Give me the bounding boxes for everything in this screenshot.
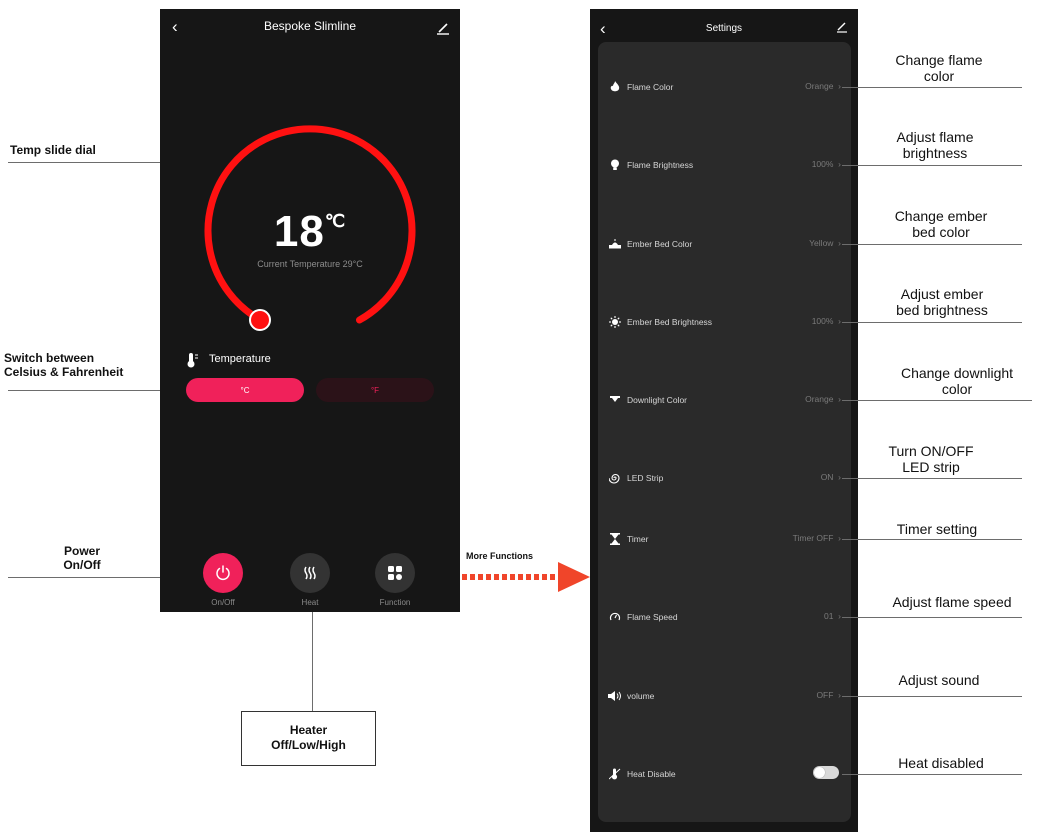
setting-row-led-strip[interactable]: LED Strip ON › <box>598 469 851 489</box>
setting-label: volume <box>627 691 655 701</box>
power-label: On/Off <box>211 598 235 607</box>
speed-gauge-icon <box>608 610 622 624</box>
heat-label: Heat <box>301 598 319 607</box>
setting-row-volume[interactable]: volume OFF › <box>598 687 851 707</box>
setting-label: Flame Color <box>627 82 674 92</box>
settings-title: Settings <box>705 23 743 34</box>
spiral-icon <box>608 471 622 485</box>
setting-label: Flame Speed <box>627 612 678 622</box>
annotation-timer: Timer setting <box>896 521 978 537</box>
downlight-icon <box>608 393 622 407</box>
annotation-line <box>842 165 1022 166</box>
setting-row-heat-disable[interactable]: Heat Disable <box>598 765 851 785</box>
annotation-downlight-color: Change downlight color <box>900 365 1014 397</box>
thermometer-icon <box>187 353 198 368</box>
heat-disable-toggle[interactable] <box>813 766 839 779</box>
annotation-line <box>842 87 1022 88</box>
setting-value: Orange › <box>805 394 841 404</box>
set-temperature: 18℃ <box>273 207 347 256</box>
fahrenheit-button[interactable]: °F <box>316 378 434 402</box>
annotation-line <box>842 400 1032 401</box>
setting-row-ember-bed-color[interactable]: Ember Bed Color Yellow › <box>598 235 851 255</box>
setting-row-flame-brightness[interactable]: Flame Brightness 100% › <box>598 156 851 176</box>
power-button[interactable] <box>203 553 243 593</box>
ember-bed-icon <box>608 237 622 251</box>
annotation-line <box>842 322 1022 323</box>
function-button[interactable] <box>375 553 415 593</box>
annotation-line <box>842 617 1022 618</box>
dial-handle <box>249 309 271 331</box>
setting-value: 100% › <box>811 159 841 169</box>
annotation-line <box>842 696 1022 697</box>
setting-label: LED Strip <box>627 473 664 483</box>
temperature-unit: ℃ <box>324 211 347 231</box>
annotation-flame-brightness: Adjust flame brightness <box>896 129 974 161</box>
setting-row-timer[interactable]: Timer Timer OFF › <box>598 530 851 550</box>
speaker-icon <box>608 689 622 703</box>
setting-value: Orange › <box>805 81 841 91</box>
setting-value: ON › <box>820 472 841 482</box>
setting-row-ember-bed-brightness[interactable]: Ember Bed Brightness 100% › <box>598 313 851 333</box>
setting-value: 01 › <box>823 611 841 621</box>
settings-card: Flame Color Orange › Flame Brightness 10… <box>598 42 851 822</box>
setting-label: Ember Bed Brightness <box>627 317 713 327</box>
celsius-button[interactable]: °C <box>186 378 304 402</box>
setting-row-downlight-color[interactable]: Downlight Color Orange › <box>598 391 851 411</box>
annotation-line <box>842 244 1022 245</box>
setting-value: Yellow › <box>809 238 841 248</box>
annotation-sound: Adjust sound <box>898 672 980 688</box>
flame-icon <box>608 80 622 94</box>
power-icon <box>216 565 230 581</box>
setting-label: Timer <box>627 534 649 544</box>
setting-value: 100% › <box>811 316 841 326</box>
setting-value: OFF › <box>816 690 841 700</box>
hourglass-icon <box>608 532 622 546</box>
setting-value: Timer OFF › <box>792 533 841 543</box>
setting-label: Flame Brightness <box>627 160 694 170</box>
main-screen: ‹ Bespoke Slimline 18℃ Current Temperatu… <box>160 9 460 612</box>
settings-screen: ‹ Settings Flame Color Orange › Flame Br… <box>590 9 858 832</box>
setting-label: Downlight Color <box>627 395 687 405</box>
annotation-ember-bed-brightness: Adjust ember bed brightness <box>896 286 988 318</box>
annotation-flame-color: Change flame color <box>895 52 983 84</box>
annotation-unit-switch: Switch between Celsius & Fahrenheit <box>4 351 124 379</box>
grid-icon <box>388 566 402 580</box>
annotation-line <box>842 539 1022 540</box>
heat-button[interactable] <box>290 553 330 593</box>
annotation-line <box>842 478 1022 479</box>
setting-row-flame-color[interactable]: Flame Color Orange › <box>598 78 851 98</box>
temperature-section-label: Temperature <box>209 353 271 365</box>
current-temperature: Current Temperature 29°C <box>257 259 363 269</box>
annotation-temp-dial: Temp slide dial <box>10 143 96 157</box>
annotation-heat-disabled: Heat disabled <box>898 755 984 771</box>
temperature-dial[interactable] <box>160 9 460 349</box>
sun-icon <box>608 315 622 329</box>
setting-row-flame-speed[interactable]: Flame Speed 01 › <box>598 608 851 628</box>
heat-waves-icon <box>304 566 316 580</box>
annotation-line <box>312 612 313 711</box>
annotation-power: Power On/Off <box>63 544 101 572</box>
bulb-icon <box>608 158 622 172</box>
annotation-line <box>842 774 1022 775</box>
annotation-led-strip: Turn ON/OFF LED strip <box>888 443 974 475</box>
annotation-ember-bed-color: Change ember bed color <box>894 208 988 240</box>
heat-disable-icon <box>608 767 622 781</box>
edit-icon[interactable] <box>836 21 848 33</box>
annotation-heater: Heater Off/Low/High <box>241 711 376 766</box>
setting-label: Heat Disable <box>627 769 676 779</box>
annotation-flame-speed: Adjust flame speed <box>892 594 1012 610</box>
setting-label: Ember Bed Color <box>627 239 693 249</box>
function-label: Function <box>379 598 411 607</box>
